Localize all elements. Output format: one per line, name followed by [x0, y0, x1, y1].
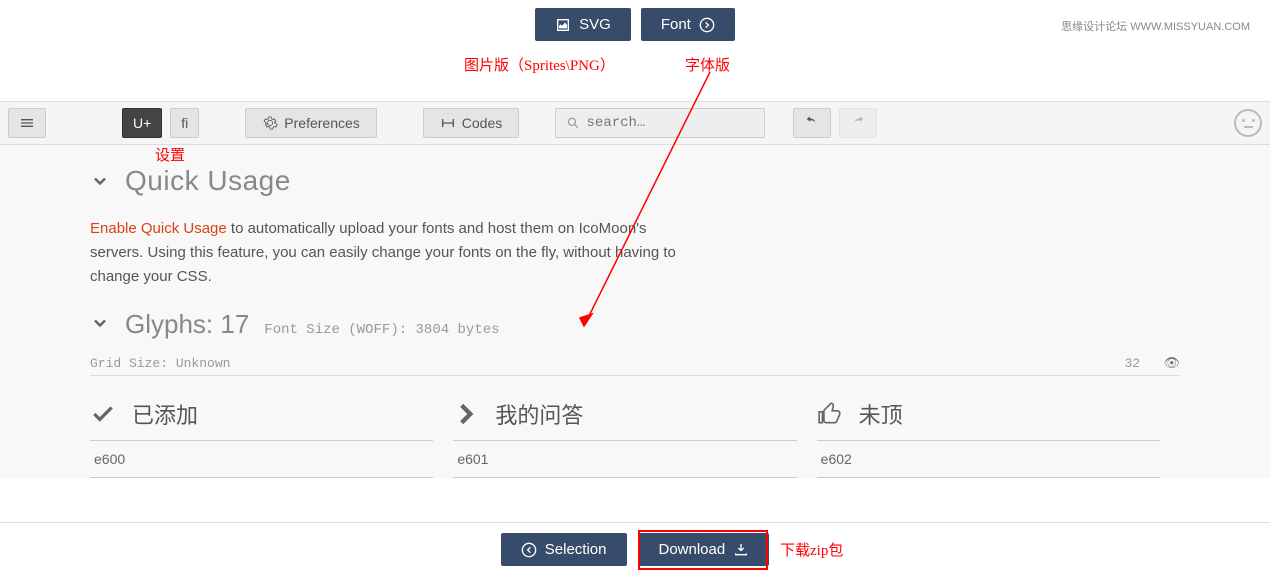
image-icon [555, 17, 571, 33]
annotation-font: 字体版 [685, 54, 730, 75]
svg-button-label: SVG [579, 16, 611, 33]
face-icon[interactable] [1234, 109, 1262, 137]
glyph-item[interactable]: 我的问答 e601 [453, 388, 816, 478]
quick-usage-title: Quick Usage [125, 165, 291, 197]
chevron-down-icon [90, 313, 110, 333]
glyphs-label: Glyphs: [125, 309, 220, 339]
chevron-down-icon [90, 171, 110, 191]
search-box[interactable] [555, 108, 765, 138]
font-button[interactable]: Font [641, 8, 735, 41]
download-icon [733, 542, 749, 558]
glyph-name: 已添加 [132, 398, 198, 430]
preferences-button[interactable]: Preferences [245, 108, 376, 138]
eye-icon[interactable]: 👁 [1163, 356, 1180, 371]
arrow-circle-right-icon [699, 17, 715, 33]
check-icon [90, 401, 116, 427]
undo-icon [804, 115, 820, 131]
chevron-right-icon [453, 401, 479, 427]
main-content: Quick Usage Enable Quick Usage to automa… [0, 145, 1270, 478]
font-size-info: Font Size (WOFF): 3804 bytes [264, 322, 499, 338]
glyphs-count: 17 [220, 309, 249, 339]
menu-button[interactable] [8, 108, 46, 138]
annotation-preferences: 设置 [155, 144, 185, 165]
glyphs-header[interactable]: Glyphs: 17 Font Size (WOFF): 3804 bytes [90, 309, 1180, 340]
glyph-name: 未顶 [859, 398, 903, 430]
grid-size-label: Grid Size: Unknown [90, 356, 230, 371]
search-icon [566, 115, 580, 131]
download-label: Download [659, 541, 726, 558]
unicode-button[interactable]: U+ [122, 108, 162, 138]
thumbs-up-icon [817, 401, 843, 427]
codes-icon [440, 115, 456, 131]
font-button-label: Font [661, 16, 691, 33]
glyph-item[interactable]: 已添加 e600 [90, 388, 453, 478]
ligature-label: fi [181, 115, 188, 131]
svg-button[interactable]: SVG [535, 8, 631, 41]
main-toolbar: U+ fi Preferences Codes [0, 101, 1270, 145]
annotation-svg: 图片版（Sprites\PNG） [464, 54, 615, 75]
redo-button[interactable] [839, 108, 877, 138]
codes-button[interactable]: Codes [423, 108, 519, 138]
selection-label: Selection [545, 541, 607, 558]
annotation-download: 下载zip包 [780, 539, 843, 560]
quick-usage-header[interactable]: Quick Usage [90, 165, 1180, 197]
hamburger-icon [19, 115, 35, 131]
selection-button[interactable]: Selection [501, 533, 627, 566]
glyph-code[interactable]: e602 [817, 440, 1160, 478]
unicode-label: U+ [133, 115, 151, 131]
ligature-button[interactable]: fi [170, 108, 199, 138]
glyph-code[interactable]: e601 [453, 440, 796, 478]
arrow-circle-left-icon [521, 542, 537, 558]
download-button[interactable]: Download [639, 533, 770, 566]
grid-count: 32 [1124, 356, 1140, 371]
redo-icon [850, 115, 866, 131]
enable-quick-usage-link[interactable]: Enable Quick Usage [90, 220, 227, 237]
codes-label: Codes [462, 115, 502, 131]
gear-icon [262, 115, 278, 131]
search-input[interactable] [587, 115, 755, 131]
glyph-name: 我的问答 [495, 398, 583, 430]
quick-usage-description: Enable Quick Usage to automatically uplo… [90, 217, 690, 289]
glyph-grid: 已添加 e600 我的问答 e601 未顶 e602 [90, 388, 1180, 478]
preferences-label: Preferences [284, 115, 359, 131]
undo-button[interactable] [793, 108, 831, 138]
watermark-text: 思缘设计论坛 WWW.MISSYUAN.COM [1061, 18, 1250, 34]
grid-size-row: Grid Size: Unknown 32 👁 [90, 352, 1180, 376]
glyph-item[interactable]: 未顶 e602 [817, 388, 1180, 478]
glyph-code[interactable]: e600 [90, 440, 433, 478]
